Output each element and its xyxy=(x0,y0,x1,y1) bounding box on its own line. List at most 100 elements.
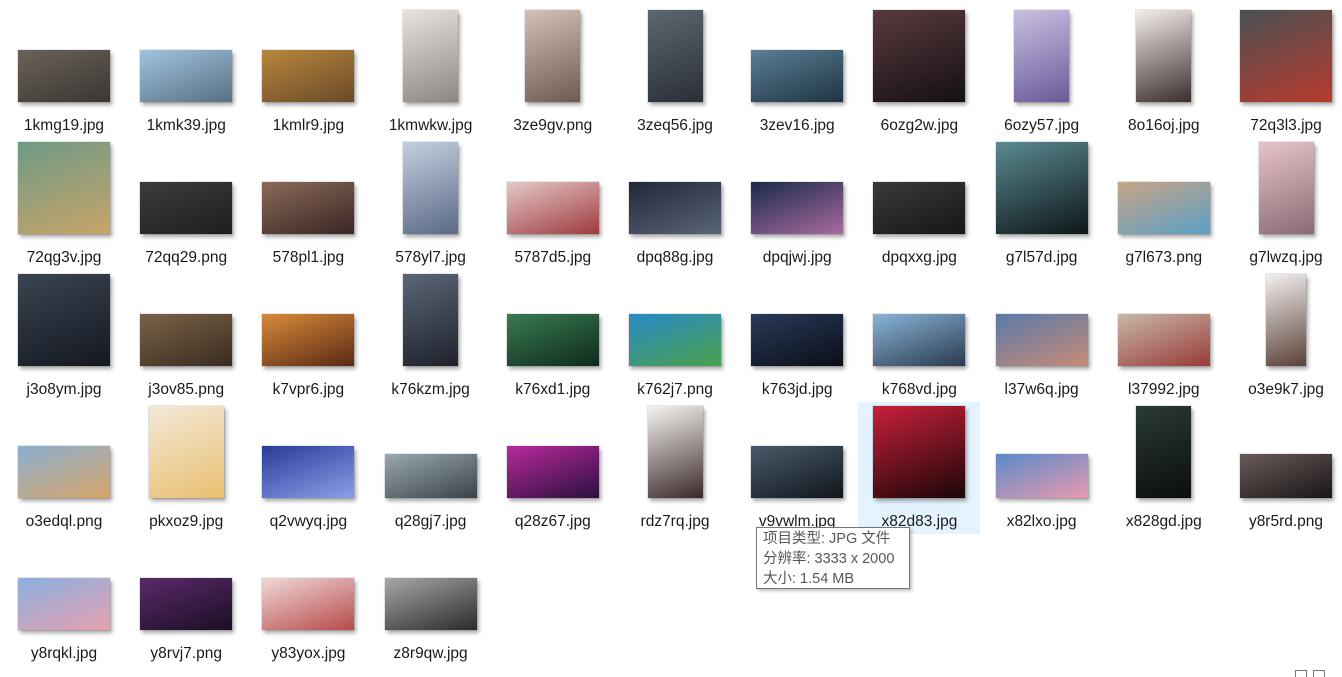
file-item[interactable]: g7l673.png xyxy=(1103,138,1225,270)
image-thumbnail[interactable] xyxy=(750,313,845,367)
file-item[interactable]: l37992.jpg xyxy=(1103,270,1225,402)
image-thumbnail[interactable] xyxy=(628,181,722,235)
image-thumbnail[interactable] xyxy=(872,405,967,499)
file-item[interactable]: 8o16oj.jpg xyxy=(1103,6,1225,138)
image-thumbnail[interactable] xyxy=(139,313,234,367)
file-item[interactable]: k76kzm.jpg xyxy=(370,270,492,402)
image-thumbnail[interactable] xyxy=(1239,453,1333,499)
file-item[interactable]: 1kmg19.jpg xyxy=(3,6,125,138)
file-item[interactable]: l37w6q.jpg xyxy=(981,270,1103,402)
image-thumbnail[interactable] xyxy=(139,577,234,631)
file-item[interactable]: 72qg3v.jpg xyxy=(3,138,125,270)
image-thumbnail[interactable] xyxy=(383,453,478,499)
file-item[interactable]: k768vd.jpg xyxy=(858,270,980,402)
file-item[interactable]: g7lwzq.jpg xyxy=(1225,138,1342,270)
image-thumbnail[interactable] xyxy=(139,181,234,235)
file-item[interactable]: y8rqkl.jpg xyxy=(3,534,125,666)
file-item[interactable]: 1kmk39.jpg xyxy=(125,6,247,138)
file-item[interactable]: o3e9k7.jpg xyxy=(1225,270,1342,402)
file-item[interactable]: pkxoz9.jpg xyxy=(125,402,247,534)
image-thumbnail[interactable] xyxy=(1135,9,1193,103)
image-thumbnail[interactable] xyxy=(261,313,356,367)
file-item[interactable]: q28gj7.jpg xyxy=(370,402,492,534)
image-thumbnail[interactable] xyxy=(872,9,967,103)
file-item[interactable]: 578yl7.jpg xyxy=(370,138,492,270)
file-item[interactable]: z8r9qw.jpg xyxy=(370,534,492,666)
image-thumbnail[interactable] xyxy=(17,49,111,103)
image-thumbnail[interactable] xyxy=(1257,141,1315,235)
image-thumbnail[interactable] xyxy=(994,313,1089,367)
file-item[interactable]: x828gd.jpg xyxy=(1103,402,1225,534)
image-thumbnail[interactable] xyxy=(17,577,111,631)
image-thumbnail[interactable] xyxy=(383,577,478,631)
file-item[interactable]: 1kmwkw.jpg xyxy=(370,6,492,138)
file-item[interactable]: 3ze9gv.png xyxy=(492,6,614,138)
image-thumbnail[interactable] xyxy=(261,577,356,631)
file-item[interactable]: dpq88g.jpg xyxy=(614,138,736,270)
file-item[interactable]: k762j7.png xyxy=(614,270,736,402)
thumbnail-frame xyxy=(614,9,736,108)
image-thumbnail[interactable] xyxy=(261,49,356,103)
image-thumbnail[interactable] xyxy=(1116,181,1211,235)
file-item[interactable]: q2vwyq.jpg xyxy=(247,402,369,534)
file-item[interactable]: v9vwlm.jpg xyxy=(736,402,858,534)
image-thumbnail[interactable] xyxy=(750,445,845,499)
file-item[interactable]: k7vpr6.jpg xyxy=(247,270,369,402)
image-thumbnail[interactable] xyxy=(750,49,845,103)
file-item[interactable]: k763jd.jpg xyxy=(736,270,858,402)
file-item[interactable]: dpqjwj.jpg xyxy=(736,138,858,270)
file-item[interactable]: y83yox.jpg xyxy=(247,534,369,666)
file-name-label: 578yl7.jpg xyxy=(395,249,466,266)
file-item[interactable]: 6ozg2w.jpg xyxy=(858,6,980,138)
file-item[interactable]: k76xd1.jpg xyxy=(492,270,614,402)
file-item[interactable]: y8r5rd.png xyxy=(1225,402,1342,534)
image-thumbnail[interactable] xyxy=(402,273,460,367)
image-thumbnail[interactable] xyxy=(994,453,1089,499)
image-thumbnail[interactable] xyxy=(646,9,704,103)
file-item[interactable]: j3o8ym.jpg xyxy=(3,270,125,402)
file-item[interactable]: g7l57d.jpg xyxy=(981,138,1103,270)
file-item[interactable]: j3ov85.png xyxy=(125,270,247,402)
image-thumbnail[interactable] xyxy=(17,273,111,367)
image-thumbnail[interactable] xyxy=(872,181,967,235)
image-thumbnail[interactable] xyxy=(1116,313,1211,367)
file-item[interactable]: q28z67.jpg xyxy=(492,402,614,534)
file-item[interactable]: x82lxo.jpg xyxy=(981,402,1103,534)
file-item[interactable]: rdz7rq.jpg xyxy=(614,402,736,534)
image-thumbnail[interactable] xyxy=(994,141,1089,235)
thumbnail-frame xyxy=(125,405,247,504)
file-item[interactable]: 72qq29.png xyxy=(125,138,247,270)
image-thumbnail[interactable] xyxy=(261,445,356,499)
file-item[interactable]: o3edql.png xyxy=(3,402,125,534)
file-item[interactable]: 1kmlr9.jpg xyxy=(247,6,369,138)
image-thumbnail[interactable] xyxy=(139,49,234,103)
image-thumbnail[interactable] xyxy=(261,181,356,235)
image-thumbnail[interactable] xyxy=(524,9,582,103)
image-thumbnail[interactable] xyxy=(17,141,111,235)
file-item[interactable]: x82d83.jpg xyxy=(858,402,981,534)
file-item[interactable]: 6ozy57.jpg xyxy=(981,6,1103,138)
image-thumbnail[interactable] xyxy=(505,313,600,367)
image-thumbnail[interactable] xyxy=(402,9,460,103)
file-item[interactable]: dpqxxg.jpg xyxy=(858,138,980,270)
thumbnail-frame xyxy=(614,405,736,504)
image-thumbnail[interactable] xyxy=(872,313,967,367)
image-thumbnail[interactable] xyxy=(505,181,600,235)
file-item[interactable]: 578pl1.jpg xyxy=(247,138,369,270)
image-thumbnail[interactable] xyxy=(147,405,225,499)
image-thumbnail[interactable] xyxy=(750,181,845,235)
file-item[interactable]: 5787d5.jpg xyxy=(492,138,614,270)
image-thumbnail[interactable] xyxy=(17,445,111,499)
image-thumbnail[interactable] xyxy=(646,405,704,499)
file-item[interactable]: 72q3l3.jpg xyxy=(1225,6,1342,138)
image-thumbnail[interactable] xyxy=(1239,9,1333,103)
image-thumbnail[interactable] xyxy=(1013,9,1071,103)
file-item[interactable]: y8rvj7.png xyxy=(125,534,247,666)
file-item[interactable]: 3zev16.jpg xyxy=(736,6,858,138)
image-thumbnail[interactable] xyxy=(402,141,460,235)
image-thumbnail[interactable] xyxy=(1265,273,1307,367)
image-thumbnail[interactable] xyxy=(1135,405,1193,499)
image-thumbnail[interactable] xyxy=(505,445,600,499)
file-item[interactable]: 3zeq56.jpg xyxy=(614,6,736,138)
image-thumbnail[interactable] xyxy=(628,313,722,367)
